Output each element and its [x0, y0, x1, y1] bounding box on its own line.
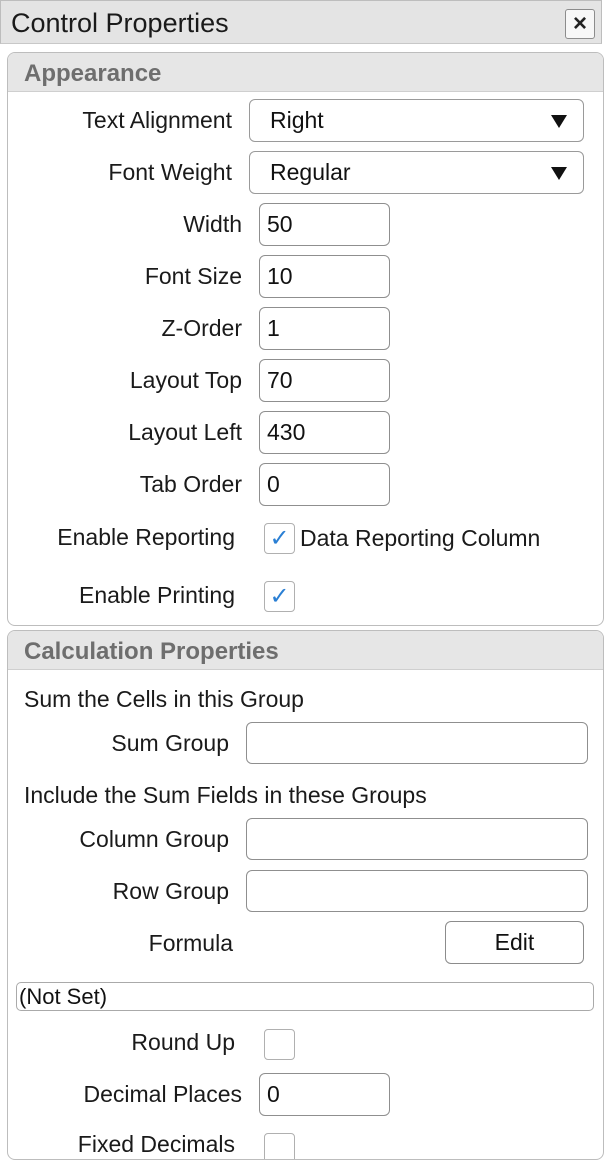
fixed-decimals-label: Fixed Decimals [77, 1131, 235, 1157]
dropdown-arrow-icon [551, 167, 567, 180]
dialog-title: Control Properties [11, 8, 229, 38]
enable-reporting-label: Enable Reporting [57, 524, 235, 550]
font-weight-value: Regular [270, 159, 351, 185]
round-up-checkbox[interactable] [264, 1029, 295, 1060]
enable-printing-label: Enable Printing [79, 582, 235, 608]
layout-top-label: Layout Top [129, 367, 242, 393]
include-groups-heading: Include the Sum Fields in these Groups [24, 782, 427, 808]
font-size-label: Font Size [144, 263, 242, 289]
text-alignment-label: Text Alignment [82, 107, 232, 133]
layout-left-input[interactable]: 430 [259, 411, 390, 454]
z-order-label: Z-Order [161, 315, 243, 341]
width-input[interactable]: 50 [259, 203, 390, 246]
decimal-places-label: Decimal Places [83, 1081, 243, 1107]
column-group-label: Column Group [79, 826, 229, 852]
font-size-input[interactable]: 10 [259, 255, 390, 298]
font-weight-select[interactable]: Regular [249, 151, 584, 194]
row-group-input[interactable] [246, 870, 588, 912]
calculation-title: Calculation Properties [24, 638, 279, 665]
sum-group-label: Sum Group [111, 730, 229, 756]
text-alignment-select[interactable]: Right [249, 99, 584, 142]
data-reporting-column-label: Data Reporting Column [300, 525, 541, 551]
sum-group-input[interactable] [246, 722, 588, 764]
column-group-input[interactable] [246, 818, 588, 860]
decimal-places-input[interactable]: 0 [259, 1073, 390, 1116]
dialog-titlebar: Control Properties × [0, 0, 602, 44]
dropdown-arrow-icon [551, 115, 567, 128]
appearance-panel: Appearance Text Alignment Right Font Wei… [7, 52, 604, 626]
calculation-header: Calculation Properties [8, 631, 603, 670]
fixed-decimals-checkbox[interactable] [264, 1133, 295, 1159]
formula-label: Formula [148, 930, 233, 956]
round-up-label: Round Up [131, 1029, 235, 1055]
enable-reporting-checkbox[interactable]: ✓ [264, 523, 295, 554]
close-icon: × [572, 10, 587, 37]
enable-printing-checkbox[interactable]: ✓ [264, 581, 295, 612]
width-label: Width [183, 211, 242, 237]
sum-cells-heading: Sum the Cells in this Group [24, 686, 304, 712]
layout-top-input[interactable]: 70 [259, 359, 390, 402]
formula-value-display: (Not Set) [16, 982, 594, 1011]
layout-left-label: Layout Left [128, 419, 242, 445]
appearance-header: Appearance [8, 53, 603, 92]
font-weight-label: Font Weight [108, 159, 232, 185]
close-button[interactable]: × [565, 9, 595, 39]
z-order-input[interactable]: 1 [259, 307, 390, 350]
tab-order-label: Tab Order [139, 471, 242, 497]
calculation-panel: Calculation Properties Sum the Cells in … [7, 630, 604, 1160]
row-group-label: Row Group [112, 878, 229, 904]
appearance-title: Appearance [24, 60, 162, 87]
check-icon: ✓ [269, 583, 290, 610]
check-icon: ✓ [269, 525, 290, 552]
edit-formula-button[interactable]: Edit [445, 921, 584, 964]
text-alignment-value: Right [270, 107, 324, 133]
tab-order-input[interactable]: 0 [259, 463, 390, 506]
